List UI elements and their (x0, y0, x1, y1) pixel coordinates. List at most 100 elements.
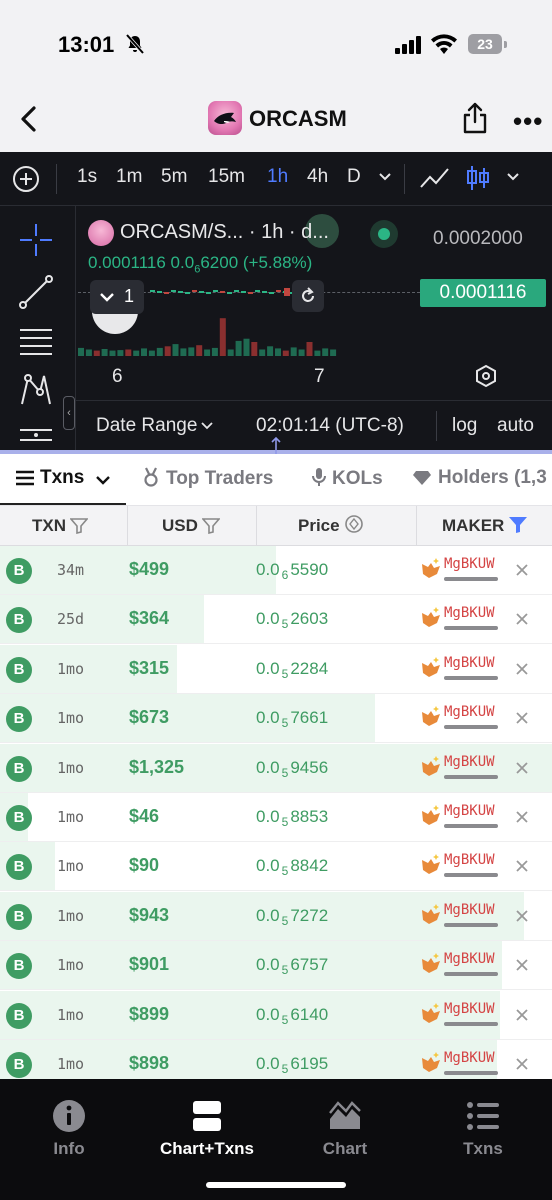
tab-top-traders[interactable]: Top Traders (142, 467, 273, 490)
txn-age: 1mo (57, 907, 85, 925)
filter-icon (201, 518, 221, 535)
tab-holders[interactable]: Holders (1,3 (412, 467, 547, 489)
maker-address[interactable]: MgBKUW (444, 556, 495, 572)
fib-icon[interactable] (18, 424, 54, 450)
close-icon[interactable] (515, 612, 529, 626)
log-scale-toggle[interactable]: log (452, 415, 477, 437)
toolbar-collapse-handle[interactable]: ‹ (63, 396, 75, 430)
nav-chart-txns[interactable]: Chart+Txns (138, 1099, 276, 1159)
close-icon[interactable] (515, 810, 529, 824)
close-icon[interactable] (515, 761, 529, 775)
chart-bottom-bar: Date Range 02:01:14 (UTC-8) log auto (76, 400, 552, 450)
tab-kols[interactable]: KOLs (312, 467, 383, 490)
column-label: MAKER (442, 516, 505, 535)
txn-usd: $315 (129, 658, 170, 678)
table-row[interactable]: B 34m $499 0.0 6 5590 MgBKUW (0, 546, 552, 595)
close-icon[interactable] (515, 909, 529, 923)
auto-scale-toggle[interactable]: auto (497, 415, 534, 437)
maker-address[interactable]: MgBKUW (444, 803, 495, 819)
candle (269, 292, 274, 294)
timeframe-4h[interactable]: 4h (307, 166, 328, 188)
chart-area[interactable]: 1s 1m 5m 15m 1h 4h D ‹ ORCASM/S... · 1h … (0, 152, 552, 450)
maker-underline (444, 1071, 498, 1075)
txn-usd: $90 (129, 855, 160, 875)
table-row[interactable]: B 25d $364 0.0 5 2603 MgBKUW (0, 595, 552, 644)
share-icon[interactable] (461, 102, 489, 134)
maker-underline (444, 923, 498, 927)
price-digits: 8842 (290, 856, 329, 875)
close-icon[interactable] (515, 711, 529, 725)
back-icon[interactable] (16, 104, 42, 134)
tab-label: KOLs (332, 468, 383, 489)
volume-bar (306, 342, 313, 356)
column-header-usd[interactable]: USD (162, 506, 221, 546)
close-icon[interactable] (515, 563, 529, 577)
table-row[interactable]: B 1mo $315 0.0 5 2284 MgBKUW (0, 645, 552, 694)
token-title: ORCASM (249, 106, 347, 131)
maker-address[interactable]: MgBKUW (444, 852, 495, 868)
trendline-icon[interactable] (18, 274, 54, 310)
column-header-price[interactable]: Price (298, 506, 364, 546)
table-row[interactable]: B 1mo $46 0.0 5 8853 MgBKUW (0, 793, 552, 842)
maker-address[interactable]: MgBKUW (444, 951, 495, 967)
maker-address[interactable]: MgBKUW (444, 754, 495, 770)
price-digits: 6195 (290, 1054, 329, 1073)
table-row[interactable]: B 1mo $898 0.0 5 6195 MgBKUW (0, 1040, 552, 1079)
nav-label: Txns (463, 1139, 503, 1158)
line-chart-icon[interactable] (419, 166, 451, 190)
price-digits: 8853 (290, 807, 329, 826)
close-icon[interactable] (515, 1008, 529, 1022)
price-zero-count: 5 (281, 864, 289, 879)
timeframe-d[interactable]: D (347, 166, 361, 188)
timeframe-15m[interactable]: 15m (208, 166, 245, 188)
column-header-txn[interactable]: TXN (32, 506, 89, 546)
pattern-icon[interactable] (18, 372, 54, 408)
table-row[interactable]: B 1mo $90 0.0 5 8842 MgBKUW (0, 842, 552, 891)
chart-settings-icon[interactable] (474, 364, 498, 388)
volume-bar (148, 350, 155, 356)
close-icon[interactable] (515, 662, 529, 676)
nav-txns[interactable]: Txns (414, 1099, 552, 1159)
maker-address[interactable]: MgBKUW (444, 605, 495, 621)
close-icon[interactable] (515, 958, 529, 972)
horizontal-lines-icon[interactable] (18, 324, 54, 360)
fox-sparkle-icon (422, 904, 440, 924)
column-separator (256, 506, 257, 546)
price-prefix: 0.0 (256, 1054, 280, 1073)
timeframe-5m[interactable]: 5m (161, 166, 187, 188)
chevron-down-icon[interactable] (378, 172, 392, 182)
chevron-down-icon[interactable] (506, 172, 520, 182)
maker-address[interactable]: MgBKUW (444, 704, 495, 720)
ohlc-value: 0.0001116 0.0 (88, 253, 195, 272)
table-row[interactable]: B 1mo $673 0.0 5 7661 MgBKUW (0, 694, 552, 743)
close-icon[interactable] (515, 859, 529, 873)
txn-price: 0.0 5 2603 (256, 609, 328, 631)
maker-address[interactable]: MgBKUW (444, 1001, 495, 1017)
maker-address[interactable]: MgBKUW (444, 902, 495, 918)
table-row[interactable]: B 1mo $1,325 0.0 5 9456 MgBKUW (0, 744, 552, 793)
fox-sparkle-icon (422, 953, 440, 973)
column-header-maker[interactable]: MAKER (442, 506, 528, 546)
volume-bar (322, 348, 329, 356)
list-icon (467, 1102, 499, 1130)
txn-usd: $499 (129, 559, 170, 579)
more-icon[interactable]: ••• (513, 106, 543, 137)
nav-info[interactable]: Info (0, 1099, 138, 1159)
timeframe-1h[interactable]: 1h (267, 166, 288, 188)
candlestick-icon[interactable] (466, 164, 490, 192)
ohlc-readout: 0.0001116 0.066200 (+5.88%) (88, 253, 312, 275)
tab-txns[interactable]: Txns (16, 467, 116, 489)
date-range-selector[interactable]: Date Range (96, 415, 214, 437)
timeframe-1s[interactable]: 1s (77, 166, 97, 188)
table-row[interactable]: B 1mo $943 0.0 5 7272 MgBKUW (0, 892, 552, 941)
table-row[interactable]: B 1mo $899 0.0 5 6140 MgBKUW (0, 991, 552, 1040)
crosshair-icon[interactable] (18, 222, 54, 258)
table-row[interactable]: B 1mo $901 0.0 5 6757 MgBKUW (0, 941, 552, 990)
maker-address[interactable]: MgBKUW (444, 1050, 495, 1066)
add-indicator-icon[interactable] (12, 165, 40, 193)
timeframe-1m[interactable]: 1m (116, 166, 142, 188)
candle (192, 290, 197, 292)
close-icon[interactable] (515, 1057, 529, 1071)
maker-address[interactable]: MgBKUW (444, 655, 495, 671)
nav-chart[interactable]: Chart (276, 1099, 414, 1159)
